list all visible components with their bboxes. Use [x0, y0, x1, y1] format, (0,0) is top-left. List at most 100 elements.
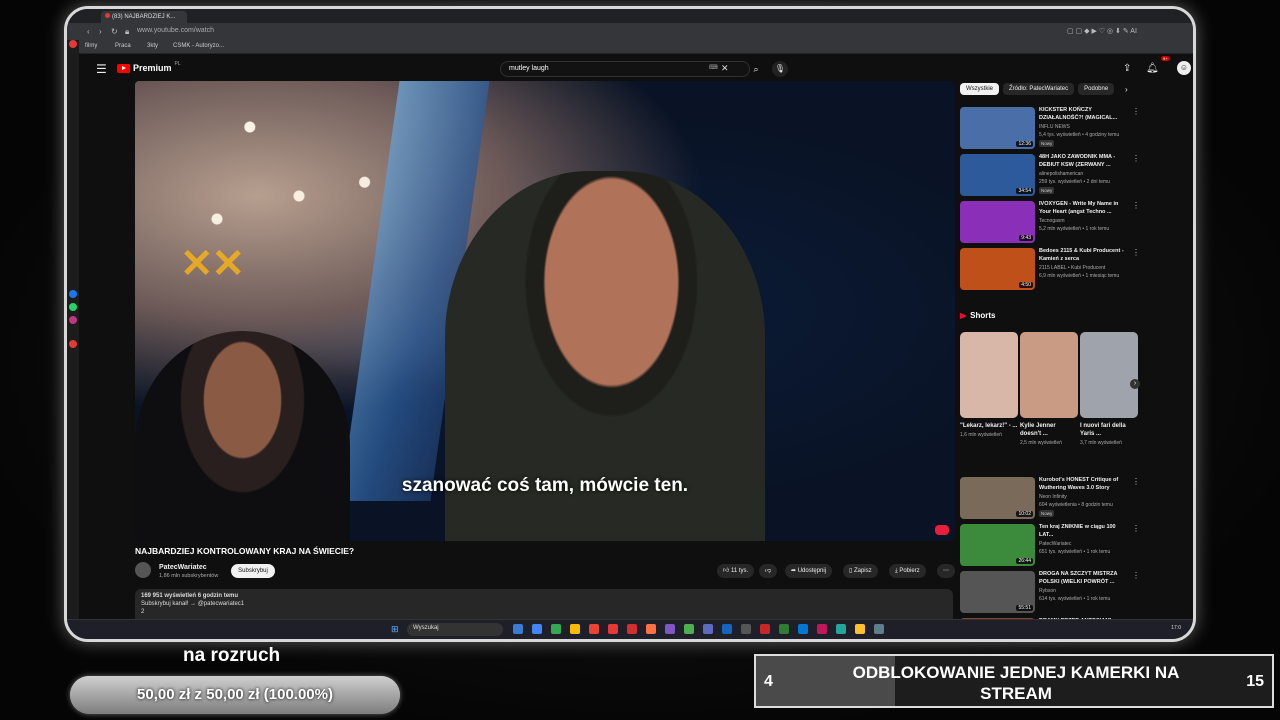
channel-name[interactable]: Rybson — [1039, 588, 1056, 594]
share-button[interactable]: ➦ Udostępnij — [785, 564, 833, 578]
video-title[interactable]: 48H JAKO ZAWODNIK MMA - DEBIUT KSW (ZERW… — [1039, 154, 1129, 169]
bookmark-item[interactable]: Praca — [115, 43, 131, 49]
menu-icon[interactable]: ☰ — [96, 62, 107, 76]
channel-name[interactable]: Tecnogasm — [1039, 218, 1065, 224]
taskbar-app-icon[interactable] — [551, 624, 561, 634]
taskbar-app-icon[interactable] — [760, 624, 770, 634]
short-title[interactable]: Kylie Jenner doesn't ... — [1020, 422, 1078, 438]
short-thumbnail[interactable] — [1080, 332, 1138, 418]
taskbar-app-icon[interactable] — [798, 624, 808, 634]
short-item[interactable]: Kylie Jenner doesn't ... 2,5 mln wyświetl… — [1020, 332, 1078, 447]
save-button[interactable]: ▯ Zapisz — [843, 564, 878, 578]
chip-all[interactable]: Wszystkie — [960, 83, 999, 95]
channel-name[interactable]: 2115 LABEL • Kubi Producent — [1039, 265, 1105, 271]
reload-icon[interactable]: ↻ — [111, 27, 118, 36]
taskbar-app-icon[interactable] — [722, 624, 732, 634]
channel-name[interactable]: INFLU NEWS — [1039, 124, 1070, 130]
download-button[interactable]: ⤓ Pobierz — [889, 564, 926, 578]
channel-avatar[interactable] — [135, 562, 151, 578]
taskbar-app-icon[interactable] — [513, 624, 523, 634]
video-thumbnail[interactable]: 9:43 — [960, 201, 1035, 243]
youtube-logo[interactable]: Premium PL — [117, 61, 181, 73]
video-thumbnail[interactable]: 34:54 — [960, 154, 1035, 196]
video-title[interactable]: Bedoes 2115 & Kubi Producent - Kamień z … — [1039, 248, 1129, 263]
more-icon[interactable]: ⋮ — [1132, 524, 1140, 533]
taskbar-app-icon[interactable] — [627, 624, 637, 634]
recommendation-item[interactable]: 12:36 KICKSTER KOŃCZY DZIAŁALNOŚĆ?! (MAGI… — [960, 107, 1140, 151]
keyboard-icon[interactable]: ⌨ — [709, 64, 718, 71]
more-icon[interactable]: ⋮ — [1132, 154, 1140, 163]
bookmark-item[interactable]: 3kty — [147, 43, 158, 49]
recommendation-item[interactable]: 26:44 Ten kraj ZNIKNIE w ciągu 100 LAT...… — [960, 524, 1140, 568]
bookmark-item[interactable]: filmy — [85, 43, 97, 49]
video-title[interactable]: KICKSTER KOŃCZY DZIAŁALNOŚĆ?! (MAGICAL..… — [1039, 107, 1129, 122]
short-thumbnail[interactable] — [960, 332, 1018, 418]
whatsapp-icon[interactable] — [69, 303, 77, 311]
short-thumbnail[interactable] — [1020, 332, 1078, 418]
short-item[interactable]: I nuovi fari della Yaris ... 3,7 mln wyśw… — [1080, 332, 1138, 447]
channel-name[interactable]: Neon Infinity — [1039, 494, 1067, 500]
short-item[interactable]: "Lekarz, lekarz!" - ... 1,6 mln wyświetle… — [960, 332, 1018, 439]
taskbar-app-icon[interactable] — [855, 624, 865, 634]
recommendation-item[interactable]: 55:51 DROGA NA SZCZYT MISTRZA POLSKI (WIE… — [960, 571, 1140, 615]
more-icon[interactable]: ⋮ — [1132, 107, 1140, 116]
video-thumbnail[interactable]: 26:44 — [960, 524, 1035, 566]
video-title[interactable]: IVOXYGEN - Write My Name in Your Heart (… — [1039, 201, 1129, 216]
upload-icon[interactable]: ⇪ — [1123, 63, 1131, 74]
url-field[interactable]: www.youtube.com/watch — [137, 27, 214, 34]
more-icon[interactable]: ⋮ — [1132, 477, 1140, 486]
more-icon[interactable]: ⋮ — [1132, 248, 1140, 257]
chevron-right-icon[interactable]: › — [1125, 85, 1128, 94]
taskbar-app-icon[interactable] — [684, 624, 694, 634]
video-title[interactable]: Kurobot's HONEST Critique of Wuthering W… — [1039, 477, 1129, 492]
extensions-icons[interactable]: ▢ ▢ ◆ ▶ ♡ ◎ ⬇ ✎ AI — [1067, 27, 1137, 35]
taskbar-app-icon[interactable] — [836, 624, 846, 634]
taskbar-app-icon[interactable] — [703, 624, 713, 634]
instagram-icon[interactable] — [69, 316, 77, 324]
taskbar-app-icon[interactable] — [570, 624, 580, 634]
recommendation-item[interactable]: 4:50 Bedoes 2115 & Kubi Producent - Kamie… — [960, 248, 1140, 292]
more-actions-button[interactable]: ⋯ — [937, 564, 955, 578]
recommendation-item[interactable]: 10:02 Kurobot's HONEST Critique of Wuther… — [960, 477, 1140, 521]
clear-search-icon[interactable]: ✕ — [721, 63, 729, 74]
chip-source[interactable]: Źródło: PatecWariatec — [1003, 83, 1075, 95]
subscribe-button[interactable]: Subskrybuj — [231, 564, 275, 578]
video-thumbnail[interactable]: 12:36 — [960, 107, 1035, 149]
more-icon[interactable]: ⋮ — [1132, 571, 1140, 580]
shorts-next-icon[interactable]: › — [1130, 379, 1140, 389]
short-title[interactable]: "Lekarz, lekarz!" - ... — [960, 422, 1018, 430]
video-title[interactable]: DROGA NA SZCZYT MISTRZA POLSKI (WIELKI P… — [1039, 571, 1129, 586]
video-thumbnail[interactable]: 55:51 — [960, 571, 1035, 613]
taskbar-app-icon[interactable] — [741, 624, 751, 634]
player-icon[interactable] — [69, 340, 77, 348]
taskbar-app-icon[interactable] — [817, 624, 827, 634]
video-player[interactable]: ✕✕ szanować coś tam, mówcie ten. — [135, 81, 955, 541]
taskbar-app-icon[interactable] — [608, 624, 618, 634]
opera-icon[interactable] — [69, 40, 77, 48]
channel-name[interactable]: PatecWariatec — [1039, 541, 1071, 547]
recommendation-item[interactable]: 34:54 48H JAKO ZAWODNIK MMA - DEBIUT KSW … — [960, 154, 1140, 198]
video-thumbnail[interactable]: 4:50 — [960, 248, 1035, 290]
account-avatar[interactable]: ☺ — [1177, 61, 1191, 75]
search-button[interactable]: ⌕ — [744, 61, 768, 77]
bookmark-item[interactable]: CSMK - Autoryzo... — [173, 43, 224, 49]
recommendation-item[interactable]: 9:43 IVOXYGEN - Write My Name in Your Hea… — [960, 201, 1140, 245]
back-icon[interactable]: ‹ — [87, 27, 90, 36]
channel-name[interactable]: PatecWariatec — [159, 564, 207, 571]
chip-related[interactable]: Podobne — [1078, 83, 1115, 95]
taskbar-app-icon[interactable] — [532, 624, 542, 634]
forward-icon[interactable]: › — [99, 27, 102, 36]
voice-search-icon[interactable]: 🎙︎ — [772, 61, 788, 77]
like-button[interactable]: 👍︎ 11 tys. — [717, 564, 755, 578]
more-icon[interactable]: ⋮ — [1132, 201, 1140, 210]
dislike-button[interactable]: 👎︎ — [759, 564, 778, 578]
channel-name[interactable]: alinepolishamerican — [1039, 171, 1083, 177]
video-title[interactable]: Ten kraj ZNIKNIE w ciągu 100 LAT... — [1039, 524, 1129, 539]
taskbar-app-icon[interactable] — [589, 624, 599, 634]
short-title[interactable]: I nuovi fari della Yaris ... — [1080, 422, 1138, 438]
messenger-icon[interactable] — [69, 290, 77, 298]
taskbar-app-icon[interactable] — [779, 624, 789, 634]
taskbar-search[interactable]: Wyszukaj — [407, 623, 503, 636]
bell-icon[interactable]: 🔔︎ — [1146, 63, 1159, 74]
taskbar-app-icon[interactable] — [665, 624, 675, 634]
